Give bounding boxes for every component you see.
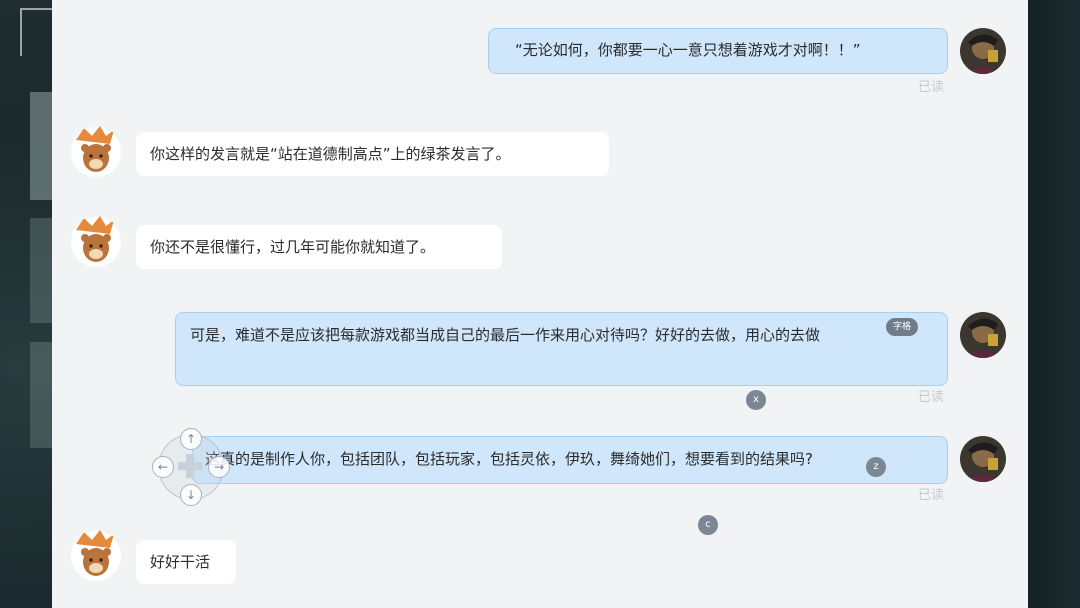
read-receipt: 已读 xyxy=(918,390,945,405)
message-text: 你还不是很懂行，过几年可能你就知道了。 xyxy=(150,238,436,256)
dpad-up-button[interactable]: ↑ xyxy=(180,428,202,450)
bear-avatar-icon xyxy=(71,126,121,177)
chat-bubble-outgoing: 可是，难道不是应该把每款游戏都当成自己的最后一作来用心对待吗？好好的去做，用心的… xyxy=(175,312,948,386)
message-text: 你这样的发言就是“站在道德制高点”上的绿茶发言了。 xyxy=(150,145,511,163)
key-c-button[interactable]: c xyxy=(698,515,718,535)
key-x-button[interactable]: x xyxy=(746,390,766,410)
chat-bubble-incoming: 你这样的发言就是“站在道德制高点”上的绿茶发言了。 xyxy=(136,132,609,176)
side-tile xyxy=(30,342,52,448)
right-frame xyxy=(1028,0,1080,608)
virtual-dpad[interactable]: ↑ ↓ ← → xyxy=(152,428,230,506)
dpad-down-button[interactable]: ↓ xyxy=(180,484,202,506)
side-tile xyxy=(30,218,52,323)
chat-bubble-outgoing: “无论如何，你都要一心一意只想着游戏才对啊！！” xyxy=(488,28,948,74)
player-avatar-icon xyxy=(960,436,1006,482)
read-receipt: 已读 xyxy=(918,488,945,503)
npc-avatar xyxy=(70,530,122,582)
dpad-left-button[interactable]: ← xyxy=(152,456,174,478)
message-text: 可是，难道不是应该把每款游戏都当成自己的最后一作来用心对待吗？好好的去做，用心的… xyxy=(190,326,821,344)
player-avatar xyxy=(960,28,1006,74)
message-text: “无论如何，你都要一心一意只想着游戏才对啊！！” xyxy=(515,41,861,59)
player-avatar-icon xyxy=(960,28,1006,74)
bear-avatar-icon xyxy=(71,216,121,267)
player-avatar-icon xyxy=(960,312,1006,358)
key-z-button[interactable]: z xyxy=(866,457,886,477)
chat-bubble-outgoing: 这真的是制作人你，包括团队，包括玩家，包括灵依，伊玖，舞绮她们，想要看到的结果吗… xyxy=(192,436,948,484)
dpad-cross-icon xyxy=(178,454,202,478)
left-frame xyxy=(0,0,52,608)
npc-avatar xyxy=(70,216,122,268)
chat-bubble-incoming: 你还不是很懂行，过几年可能你就知道了。 xyxy=(136,225,502,269)
bear-avatar-icon xyxy=(71,530,121,581)
read-receipt: 已读 xyxy=(918,80,945,95)
npc-avatar xyxy=(70,126,122,178)
chat-bubble-incoming: 好好干活 xyxy=(136,540,236,584)
message-text: 这真的是制作人你，包括团队，包括玩家，包括灵依，伊玖，舞绮她们，想要看到的结果吗… xyxy=(205,450,813,468)
chat-panel[interactable]: “无论如何，你都要一心一意只想着游戏才对啊！！” 已读 你这样的发言就是“站在道… xyxy=(52,0,1028,608)
corner-bracket xyxy=(20,8,52,56)
message-text: 好好干活 xyxy=(150,553,211,571)
player-avatar xyxy=(960,436,1006,482)
player-avatar xyxy=(960,312,1006,358)
side-tile xyxy=(30,92,52,200)
dpad-right-button[interactable]: → xyxy=(208,456,230,478)
floating-tooltip[interactable]: 字格 xyxy=(886,318,918,336)
